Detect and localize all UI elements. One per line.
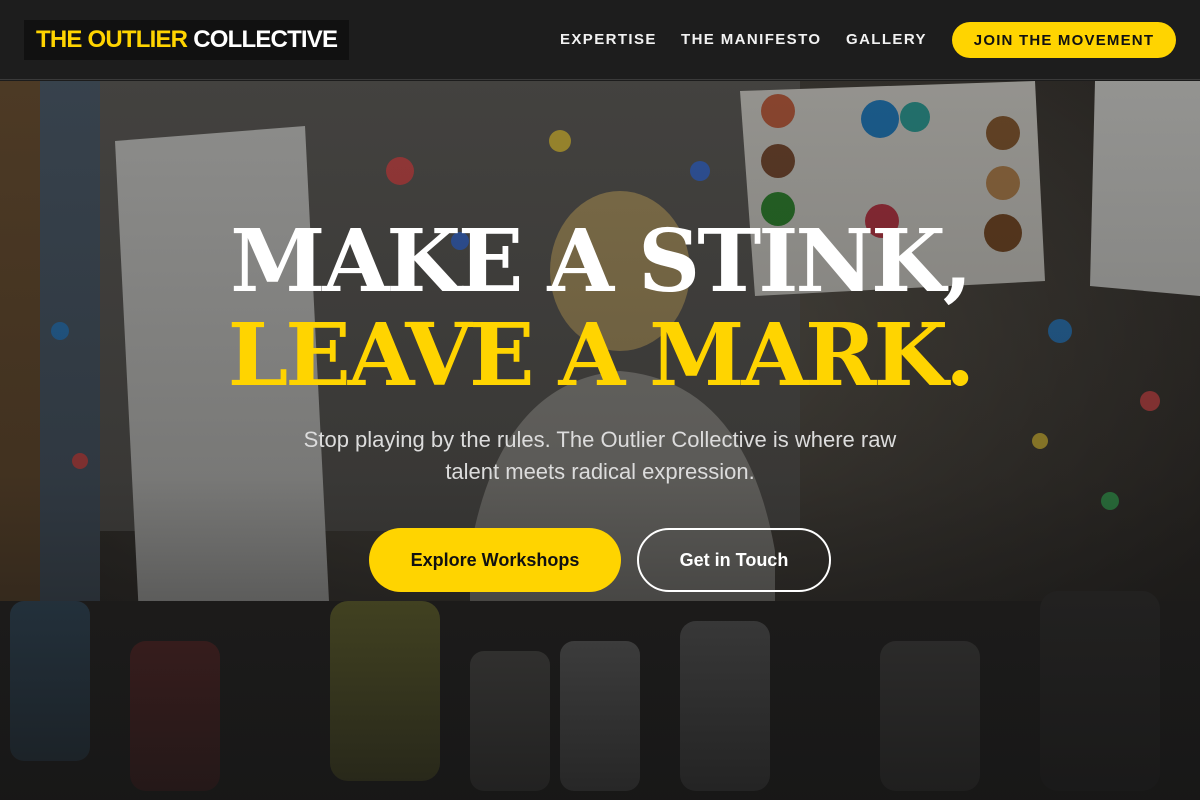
explore-workshops-button[interactable]: Explore Workshops	[369, 528, 621, 592]
logo-accent-text: THE OUTLIER	[36, 26, 188, 53]
nav-link-expertise[interactable]: EXPERTISE	[560, 31, 657, 49]
nav-link-manifesto[interactable]: THE MANIFESTO	[681, 31, 821, 49]
site-logo[interactable]: THE OUTLIER COLLECTIVE	[24, 20, 350, 60]
join-movement-button[interactable]: JOIN THE MOVEMENT	[952, 22, 1176, 58]
hero-headline-line-1: MAKE A STINK,	[230, 211, 972, 312]
get-in-touch-button[interactable]: Get in Touch	[637, 528, 831, 592]
hero-subtitle: Stop playing by the rules. The Outlier C…	[303, 427, 897, 484]
hero-headline-line-2: LEAVE A MARK.	[227, 305, 975, 406]
site-header: THE OUTLIER COLLECTIVE EXPERTISE THE MAN…	[0, 0, 1200, 80]
logo-plain-text: COLLECTIVE	[193, 26, 338, 53]
nav-link-gallery[interactable]: GALLERY	[846, 31, 927, 49]
